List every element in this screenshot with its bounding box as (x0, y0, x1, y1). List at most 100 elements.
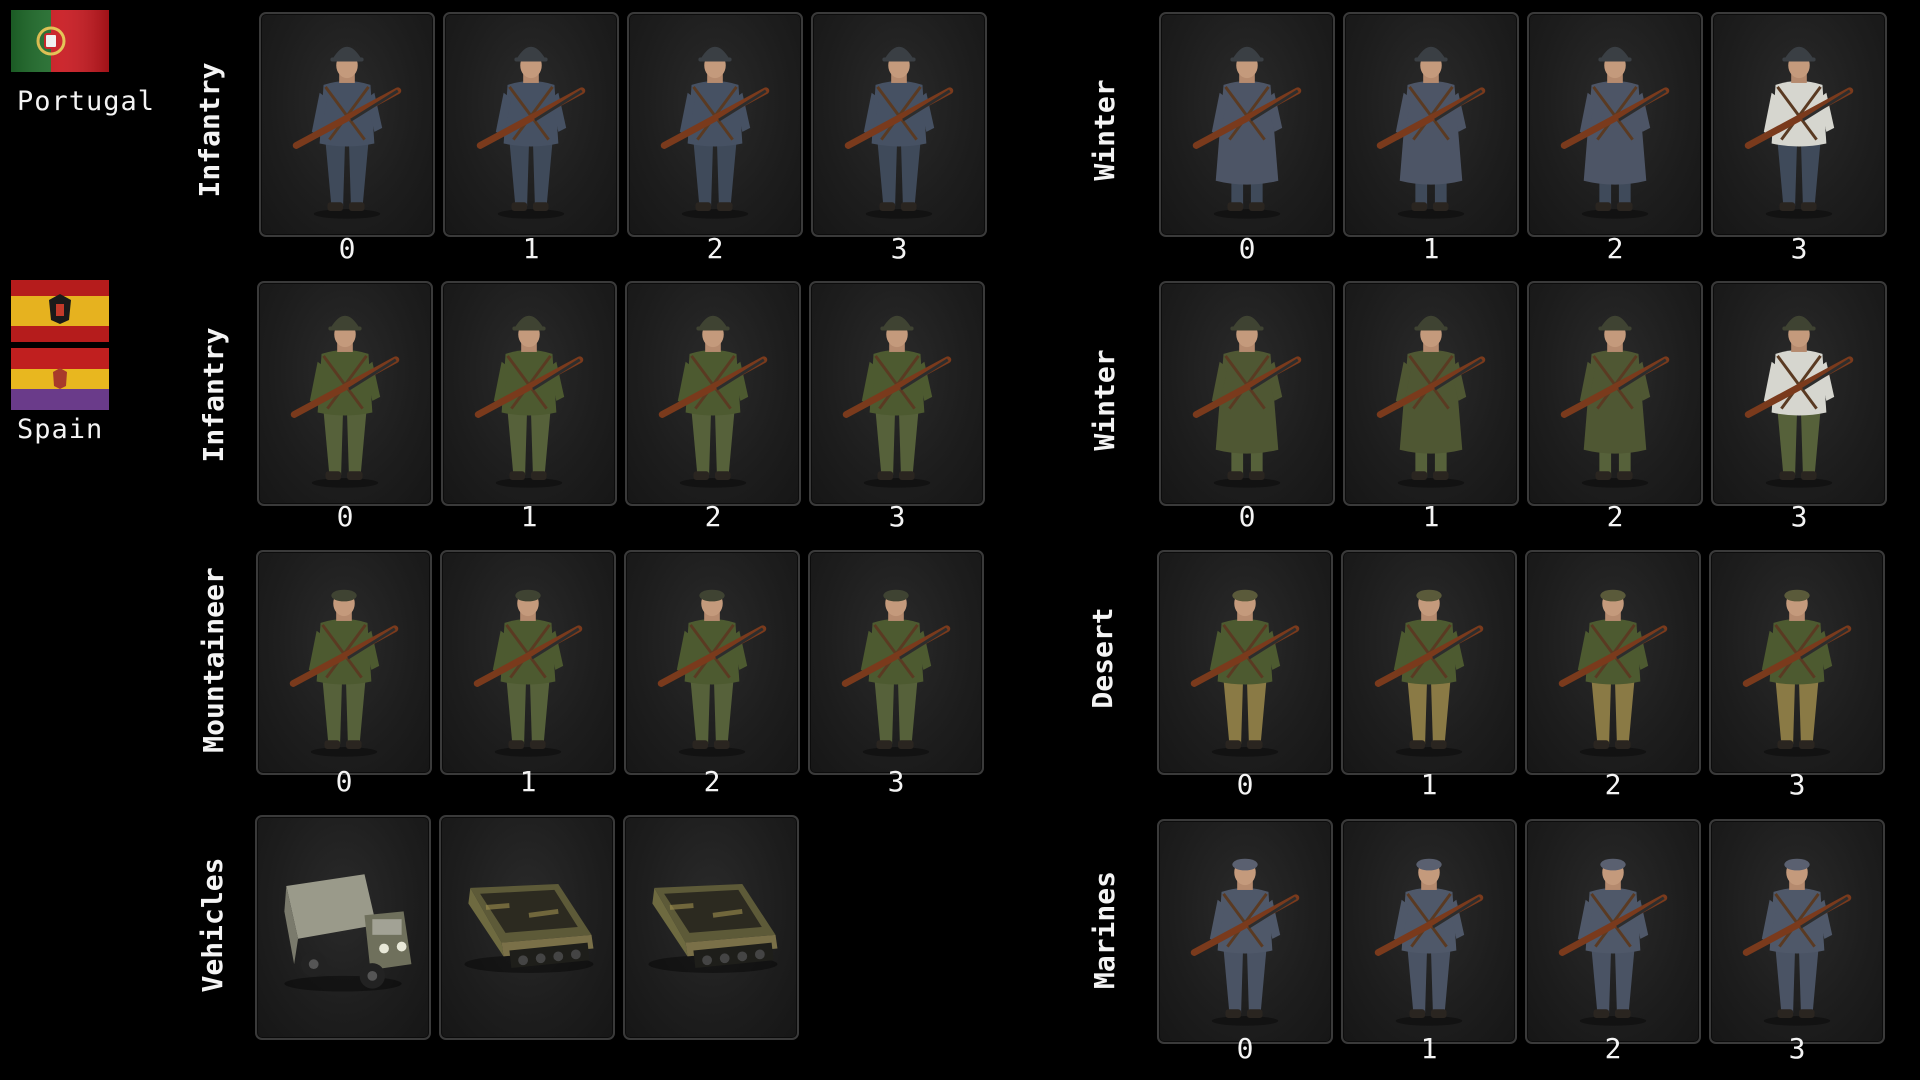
spain-winter-card-1[interactable] (1343, 281, 1519, 506)
portugal-infantry-soldier-icon (476, 46, 586, 219)
spain-winter-card-2[interactable] (1527, 281, 1703, 506)
spain-marines-variant-number: 3 (1788, 1032, 1806, 1065)
row-label-spain-marines: Marines (1088, 871, 1121, 990)
portugal-infantry-variant-number: 0 (338, 232, 356, 265)
spain-desert-card-2[interactable] (1525, 550, 1701, 775)
spanish-republic-flag-icon (11, 348, 109, 410)
row-label-portugal-winter: Winter (1088, 79, 1121, 181)
spain-desert-variant-number: 1 (1420, 768, 1438, 801)
spain-desert-soldier-icon (1742, 589, 1852, 757)
spain-marines-card-1[interactable] (1341, 819, 1517, 1044)
portugal-winter-white-soldier-icon (1744, 46, 1854, 219)
portugal-winter-soldier-icon (1376, 46, 1486, 219)
spain-infantry-soldier-icon (474, 315, 584, 488)
spain-marines-soldier-icon (1742, 858, 1852, 1026)
spain-winter-card-0[interactable] (1159, 281, 1335, 506)
portugal-winter-card-1[interactable] (1343, 12, 1519, 237)
spain-mountaineer-variant-number: 3 (887, 765, 905, 798)
spain-infantry-variant-number: 3 (888, 500, 906, 533)
portugal-infantry-card-1[interactable] (443, 12, 619, 237)
spain-marines-soldier-icon (1374, 858, 1484, 1026)
spain-desert-variant-number: 0 (1236, 768, 1254, 801)
portugal-infantry-variant-number: 2 (706, 232, 724, 265)
spain-mountaineer-card-1[interactable] (440, 550, 616, 775)
portugal-winter-variant-number: 0 (1238, 232, 1256, 265)
spain-mountaineer-variant-number: 2 (703, 765, 721, 798)
spain-desert-card-3[interactable] (1709, 550, 1885, 775)
spain-mountaineer-variant-number: 1 (519, 765, 537, 798)
country-name-spain: Spain (17, 414, 104, 445)
spain-infantry-variant-number: 0 (336, 500, 354, 533)
spain-infantry-card-1[interactable] (441, 281, 617, 506)
portugal-infantry-card-2[interactable] (627, 12, 803, 237)
spain-vehicles-card-2[interactable] (623, 815, 799, 1040)
spain-winter-white-soldier-icon (1744, 315, 1854, 488)
spain-mountaineer-soldier-icon (657, 589, 767, 757)
spain-marines-soldier-icon (1190, 858, 1300, 1026)
spain-winter-variant-number: 0 (1238, 500, 1256, 533)
spain-marines-variant-number: 1 (1420, 1032, 1438, 1065)
portugal-winter-soldier-icon (1560, 46, 1670, 219)
spain-infantry-soldier-icon (290, 315, 400, 488)
spain-infantry-variant-number: 2 (704, 500, 722, 533)
spain-marines-card-2[interactable] (1525, 819, 1701, 1044)
spain-winter-variant-number: 2 (1606, 500, 1624, 533)
spain-desert-soldier-icon (1374, 589, 1484, 757)
portugal-infantry-soldier-icon (292, 46, 402, 219)
row-label-spain-infantry: Infantry (197, 327, 230, 463)
spain-desert-soldier-icon (1190, 589, 1300, 757)
spain-winter-soldier-icon (1560, 315, 1670, 488)
row-label-spain-desert: Desert (1086, 607, 1119, 709)
spain-vehicles-card-1[interactable] (439, 815, 615, 1040)
portugal-infantry-soldier-icon (844, 46, 954, 219)
row-label-spain-winter: Winter (1088, 349, 1121, 451)
spain-marines-card-0[interactable] (1157, 819, 1333, 1044)
row-label-spain-vehicles: Vehicles (196, 857, 229, 993)
portugal-winter-variant-number: 3 (1790, 232, 1808, 265)
spain-marines-variant-number: 2 (1604, 1032, 1622, 1065)
spain-winter-variant-number: 3 (1790, 500, 1808, 533)
spain-infantry-soldier-icon (842, 315, 952, 488)
spain-infantry-card-3[interactable] (809, 281, 985, 506)
spain-desert-soldier-icon (1558, 589, 1668, 757)
portugal-winter-variant-number: 2 (1606, 232, 1624, 265)
portugal-winter-variant-number: 1 (1422, 232, 1440, 265)
spain-infantry-card-0[interactable] (257, 281, 433, 506)
portugal-winter-soldier-icon (1192, 46, 1302, 219)
portugal-infantry-card-3[interactable] (811, 12, 987, 237)
spain-winter-soldier-icon (1376, 315, 1486, 488)
spain-mountaineer-variant-number: 0 (335, 765, 353, 798)
spain-marines-soldier-icon (1558, 858, 1668, 1026)
spain-winter-variant-number: 1 (1422, 500, 1440, 533)
spain-mountaineer-soldier-icon (473, 589, 583, 757)
portugal-winter-card-0[interactable] (1159, 12, 1335, 237)
halftrack-icon (464, 884, 594, 973)
spain-mountaineer-card-2[interactable] (624, 550, 800, 775)
portugal-infantry-soldier-icon (660, 46, 770, 219)
portugal-infantry-variant-number: 3 (890, 232, 908, 265)
spain-winter-card-3[interactable] (1711, 281, 1887, 506)
spain-marines-card-3[interactable] (1709, 819, 1885, 1044)
spain-marines-variant-number: 0 (1236, 1032, 1254, 1065)
halftrack-icon (648, 884, 778, 973)
spain-winter-soldier-icon (1192, 315, 1302, 488)
spain-infantry-card-2[interactable] (625, 281, 801, 506)
spain-mountaineer-soldier-icon (841, 589, 951, 757)
spain-desert-card-0[interactable] (1157, 550, 1333, 775)
spain-mountaineer-card-0[interactable] (256, 550, 432, 775)
portugal-winter-card-3[interactable] (1711, 12, 1887, 237)
spain-mountaineer-soldier-icon (289, 589, 399, 757)
spain-desert-variant-number: 2 (1604, 768, 1622, 801)
spain-mountaineer-card-3[interactable] (808, 550, 984, 775)
portugal-infantry-card-0[interactable] (259, 12, 435, 237)
portugal-winter-card-2[interactable] (1527, 12, 1703, 237)
portugal-infantry-variant-number: 1 (522, 232, 540, 265)
country-name-portugal: Portugal (17, 86, 156, 117)
row-label-portugal-infantry: Infantry (193, 62, 226, 198)
spain-desert-card-1[interactable] (1341, 550, 1517, 775)
row-label-spain-mountaineer: Mountaineer (197, 567, 230, 753)
spanish-nationalist-flag-icon (11, 280, 109, 342)
spain-vehicles-card-0[interactable] (255, 815, 431, 1040)
spain-infantry-variant-number: 1 (520, 500, 538, 533)
portugal-flag-icon (11, 10, 109, 72)
